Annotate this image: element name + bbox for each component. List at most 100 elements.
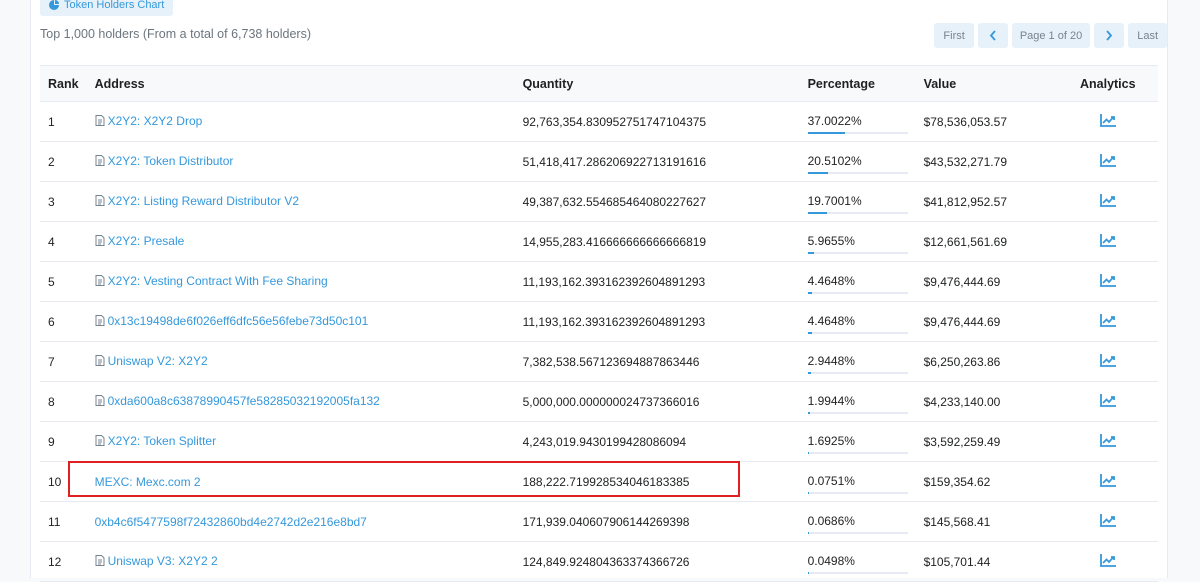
percentage-text: 1.9944% bbox=[808, 393, 908, 409]
chevron-left-icon bbox=[989, 30, 997, 41]
first-page-button[interactable]: First bbox=[934, 23, 973, 48]
analytics-button[interactable] bbox=[1100, 396, 1116, 410]
holder-address-link[interactable]: 0x13c19498de6f026eff6dfc56e56febe73d50c1… bbox=[95, 314, 369, 328]
holder-address-link[interactable]: 0xda600a8c63878990457fe58285032192005fa1… bbox=[95, 394, 380, 408]
percentage-bar bbox=[808, 132, 908, 134]
analytics-button[interactable] bbox=[1100, 156, 1116, 170]
percentage-bar bbox=[808, 492, 908, 494]
holder-address-text: X2Y2: Vesting Contract With Fee Sharing bbox=[108, 274, 328, 288]
line-chart-icon bbox=[1100, 154, 1116, 167]
table-row: 1X2Y2: X2Y2 Drop92,763,354.8309527517471… bbox=[40, 102, 1158, 142]
quantity-cell: 188,222.719928534046183385 bbox=[515, 462, 800, 502]
token-holders-chart-button[interactable]: Token Holders Chart bbox=[40, 0, 173, 16]
file-document-icon bbox=[95, 395, 105, 406]
rank-cell: 2 bbox=[40, 142, 87, 182]
percentage-cell: 0.0751% bbox=[800, 462, 916, 502]
analytics-button[interactable] bbox=[1100, 276, 1116, 290]
address-cell: X2Y2: Token Distributor bbox=[87, 142, 515, 182]
token-holders-card: Token Holders Chart Top 1,000 holders (F… bbox=[30, 0, 1168, 578]
value-cell: $3,592,259.49 bbox=[916, 422, 1058, 462]
table-row: 6 0x13c19498de6f026eff6dfc56e56febe73d50c… bbox=[40, 302, 1158, 342]
address-cell: X2Y2: Listing Reward Distributor V2 bbox=[87, 182, 515, 222]
value-cell: $4,233,140.00 bbox=[916, 382, 1058, 422]
previous-page-button[interactable] bbox=[978, 23, 1008, 48]
holder-address-text: X2Y2: Token Distributor bbox=[108, 154, 234, 168]
pie-chart-icon bbox=[49, 0, 59, 10]
rank-cell: 4 bbox=[40, 222, 87, 262]
address-cell: 0xda600a8c63878990457fe58285032192005fa1… bbox=[87, 382, 515, 422]
value-cell: $12,661,561.69 bbox=[916, 222, 1058, 262]
analytics-cell bbox=[1058, 502, 1158, 542]
address-cell: X2Y2: Vesting Contract With Fee Sharing bbox=[87, 262, 515, 302]
quantity-cell: 14,955,283.416666666666666819 bbox=[515, 222, 800, 262]
line-chart-icon bbox=[1100, 274, 1116, 287]
holder-address-text: X2Y2: X2Y2 Drop bbox=[108, 114, 203, 128]
analytics-button[interactable] bbox=[1100, 356, 1116, 370]
table-row: 80xda600a8c63878990457fe58285032192005fa… bbox=[40, 382, 1158, 422]
quantity-cell: 5,000,000.000000024737366016 bbox=[515, 382, 800, 422]
line-chart-icon bbox=[1100, 314, 1116, 327]
last-page-button[interactable]: Last bbox=[1128, 23, 1167, 48]
next-page-button[interactable] bbox=[1094, 23, 1124, 48]
analytics-button[interactable] bbox=[1100, 196, 1116, 210]
holder-address-link[interactable]: 0xb4c6f5477598f72432860bd4e2742d2e216e8b… bbox=[95, 515, 367, 529]
column-header-value: Value bbox=[916, 66, 1058, 102]
rank-cell: 11 bbox=[40, 502, 87, 542]
analytics-button[interactable] bbox=[1100, 116, 1116, 130]
analytics-cell bbox=[1058, 182, 1158, 222]
line-chart-icon bbox=[1100, 554, 1116, 567]
holder-address-link[interactable]: X2Y2: Listing Reward Distributor V2 bbox=[95, 194, 299, 208]
quantity-cell: 171,939.040607906144269398 bbox=[515, 502, 800, 542]
address-cell: 0xb4c6f5477598f72432860bd4e2742d2e216e8b… bbox=[87, 502, 515, 542]
percentage-bar bbox=[808, 452, 908, 454]
column-header-rank: Rank bbox=[40, 66, 87, 102]
analytics-button[interactable] bbox=[1100, 436, 1116, 450]
analytics-button[interactable] bbox=[1100, 516, 1116, 530]
rank-cell: 7 bbox=[40, 342, 87, 382]
table-row: 10MEXC: Mexc.com 2188,222.71992853404618… bbox=[40, 462, 1158, 502]
holder-address-text: 0xb4c6f5477598f72432860bd4e2742d2e216e8b… bbox=[95, 515, 367, 529]
line-chart-icon bbox=[1100, 514, 1116, 527]
holder-address-link[interactable]: X2Y2: Token Splitter bbox=[95, 434, 217, 448]
holder-address-link[interactable]: X2Y2: Presale bbox=[95, 234, 185, 248]
quantity-cell: 92,763,354.830952751747104375 bbox=[515, 102, 800, 142]
holder-address-text: 0xda600a8c63878990457fe58285032192005fa1… bbox=[108, 394, 380, 408]
address-cell: X2Y2: Presale bbox=[87, 222, 515, 262]
percentage-bar-fill bbox=[808, 132, 845, 134]
percentage-bar bbox=[808, 252, 908, 254]
table-row: 11 0xb4c6f5477598f72432860bd4e2742d2e216e… bbox=[40, 502, 1158, 542]
value-cell: $145,568.41 bbox=[916, 502, 1058, 542]
percentage-bar bbox=[808, 372, 908, 374]
holder-address-link[interactable]: Uniswap V3: X2Y2 2 bbox=[95, 554, 218, 568]
holder-address-link[interactable]: X2Y2: Token Distributor bbox=[95, 154, 234, 168]
rank-cell: 6 bbox=[40, 302, 87, 342]
address-cell: X2Y2: Token Splitter bbox=[87, 422, 515, 462]
holder-address-link[interactable]: MEXC: Mexc.com 2 bbox=[95, 475, 201, 489]
percentage-text: 1.6925% bbox=[808, 433, 908, 449]
holders-summary: Top 1,000 holders (From a total of 6,738… bbox=[40, 27, 311, 41]
percentage-cell: 1.9944% bbox=[800, 382, 916, 422]
analytics-cell bbox=[1058, 142, 1158, 182]
quantity-cell: 124,849.924804363374366726 bbox=[515, 542, 800, 582]
chevron-right-icon bbox=[1105, 30, 1113, 41]
analytics-button[interactable] bbox=[1100, 556, 1116, 570]
analytics-cell bbox=[1058, 302, 1158, 342]
file-document-icon bbox=[95, 195, 105, 206]
analytics-button[interactable] bbox=[1100, 476, 1116, 490]
holder-address-link[interactable]: X2Y2: Vesting Contract With Fee Sharing bbox=[95, 274, 328, 288]
line-chart-icon bbox=[1100, 434, 1116, 447]
analytics-button[interactable] bbox=[1100, 236, 1116, 250]
analytics-cell bbox=[1058, 422, 1158, 462]
holder-address-link[interactable]: X2Y2: X2Y2 Drop bbox=[95, 114, 203, 128]
quantity-cell: 7,382,538.567123694887863446 bbox=[515, 342, 800, 382]
percentage-bar-fill bbox=[808, 172, 829, 174]
analytics-button[interactable] bbox=[1100, 316, 1116, 330]
holder-address-text: 0x13c19498de6f026eff6dfc56e56febe73d50c1… bbox=[108, 314, 369, 328]
value-cell: $78,536,053.57 bbox=[916, 102, 1058, 142]
analytics-cell bbox=[1058, 342, 1158, 382]
line-chart-icon bbox=[1100, 234, 1116, 247]
percentage-text: 2.9448% bbox=[808, 353, 908, 369]
column-header-quantity: Quantity bbox=[515, 66, 800, 102]
value-cell: $9,476,444.69 bbox=[916, 262, 1058, 302]
holder-address-link[interactable]: Uniswap V2: X2Y2 bbox=[95, 354, 208, 368]
